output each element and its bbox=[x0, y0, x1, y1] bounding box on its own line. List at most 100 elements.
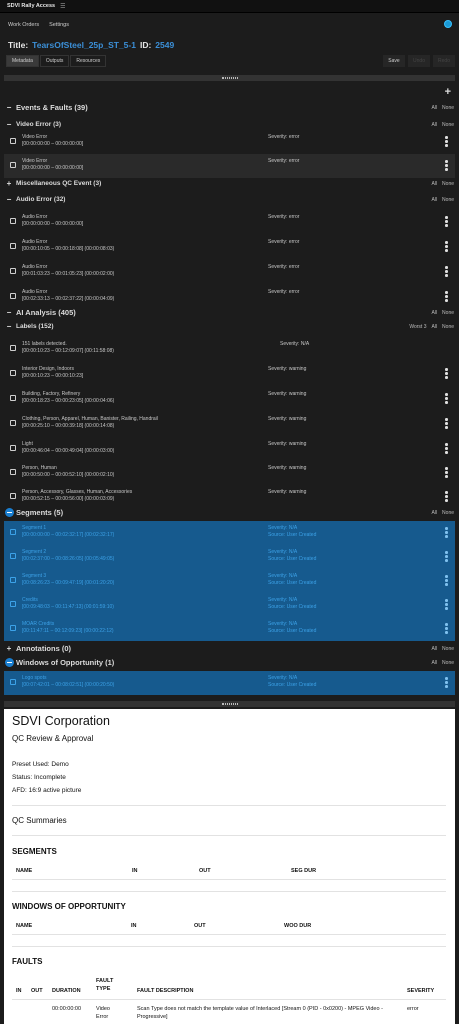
worst-link[interactable]: Worst 3 bbox=[409, 324, 426, 330]
item-checkbox[interactable] bbox=[10, 218, 16, 224]
group-annotations[interactable]: + Annotations (0) All None bbox=[0, 643, 459, 654]
select-none-link[interactable]: None bbox=[442, 105, 454, 111]
item-checkbox[interactable] bbox=[10, 625, 16, 631]
collapse-icon[interactable]: − bbox=[4, 195, 14, 204]
list-item[interactable]: Clothing, Person, Apparel, Human, Banist… bbox=[4, 412, 455, 436]
collapse-circle-icon[interactable] bbox=[5, 508, 14, 517]
expand-icon[interactable]: + bbox=[4, 644, 14, 653]
select-all-link[interactable]: All bbox=[431, 310, 437, 316]
more-options-icon[interactable] bbox=[445, 443, 448, 454]
item-checkbox[interactable] bbox=[10, 162, 16, 168]
item-checkbox[interactable] bbox=[10, 577, 16, 583]
undo-button[interactable]: Undo bbox=[408, 55, 430, 67]
collapse-icon[interactable]: − bbox=[4, 308, 14, 317]
list-item[interactable]: Audio Error [00:00:10:05 – 00:00:18:08] … bbox=[4, 235, 455, 259]
more-options-icon[interactable] bbox=[445, 418, 448, 429]
item-checkbox[interactable] bbox=[10, 395, 16, 401]
item-checkbox[interactable] bbox=[10, 370, 16, 376]
select-all-link[interactable]: All bbox=[431, 197, 437, 203]
list-item[interactable]: Person, Accessory, Glasses, Human, Acces… bbox=[4, 485, 455, 509]
woo-row[interactable]: Logo spots [00:07:42:01 – 00:08:02:51] (… bbox=[4, 671, 455, 695]
more-options-icon[interactable] bbox=[445, 160, 448, 171]
list-item[interactable]: Audio Error [00:02:33:13 – 00:02:37:22] … bbox=[4, 285, 455, 309]
more-options-icon[interactable] bbox=[445, 491, 448, 502]
resize-handle[interactable] bbox=[4, 75, 455, 81]
list-item[interactable]: Audio Error [00:00:00:00 – 00:00:00:00] … bbox=[4, 210, 455, 234]
group-ai-analysis[interactable]: − AI Analysis (405) All None bbox=[0, 307, 459, 318]
add-icon[interactable]: + bbox=[445, 86, 451, 98]
group-video-error[interactable]: − Video Error (3) All None bbox=[0, 119, 459, 130]
segment-row[interactable]: Segment 1 [00:00:00:00 – 00:02:32:17] (0… bbox=[4, 521, 455, 545]
menu-settings[interactable]: Settings bbox=[49, 22, 69, 28]
more-options-icon[interactable] bbox=[445, 393, 448, 404]
more-options-icon[interactable] bbox=[445, 368, 448, 379]
more-options-icon[interactable] bbox=[445, 677, 448, 688]
select-all-link[interactable]: All bbox=[431, 324, 437, 330]
more-options-icon[interactable] bbox=[445, 241, 448, 252]
item-checkbox[interactable] bbox=[10, 138, 16, 144]
segment-row[interactable]: Segment 2 [00:02:37:00 – 00:08:26:05] (0… bbox=[4, 545, 455, 569]
item-checkbox[interactable] bbox=[10, 493, 16, 499]
group-events-faults[interactable]: − Events & Faults (39) All None bbox=[0, 102, 459, 113]
list-item[interactable]: Video Error [00:00:00:00 – 00:00:00:00] … bbox=[4, 130, 455, 154]
select-all-link[interactable]: All bbox=[431, 510, 437, 516]
item-checkbox[interactable] bbox=[10, 529, 16, 535]
select-none-link[interactable]: None bbox=[442, 181, 454, 187]
select-none-link[interactable]: None bbox=[442, 122, 454, 128]
list-item[interactable]: Light [00:00:46:04 – 00:00:49:04] (00:00… bbox=[4, 437, 455, 461]
more-options-icon[interactable] bbox=[445, 551, 448, 562]
more-options-icon[interactable] bbox=[445, 623, 448, 634]
segment-row[interactable]: Segment 3 [00:08:26:23 – 00:09:47:19] (0… bbox=[4, 569, 455, 593]
item-checkbox[interactable] bbox=[10, 268, 16, 274]
list-item[interactable]: Person, Human [00:00:50:00 – 00:00:52:10… bbox=[4, 461, 455, 485]
redo-button[interactable]: Redo bbox=[433, 55, 455, 67]
select-none-link[interactable]: None bbox=[442, 646, 454, 652]
collapse-icon[interactable]: − bbox=[4, 322, 14, 331]
more-options-icon[interactable] bbox=[445, 575, 448, 586]
more-options-icon[interactable] bbox=[445, 467, 448, 478]
list-item[interactable]: Audio Error [00:01:03:23 – 00:01:05:23] … bbox=[4, 260, 455, 284]
item-checkbox[interactable] bbox=[10, 679, 16, 685]
more-options-icon[interactable] bbox=[445, 599, 448, 610]
item-checkbox[interactable] bbox=[10, 420, 16, 426]
more-options-icon[interactable] bbox=[445, 266, 448, 277]
group-labels[interactable]: − Labels (152) Worst 3 All None bbox=[0, 321, 459, 332]
item-checkbox[interactable] bbox=[10, 293, 16, 299]
save-button[interactable]: Save bbox=[383, 55, 405, 67]
menu-work-orders[interactable]: Work Orders bbox=[8, 22, 39, 28]
select-none-link[interactable]: None bbox=[442, 310, 454, 316]
item-checkbox[interactable] bbox=[10, 445, 16, 451]
group-segments[interactable]: Segments (5) All None bbox=[0, 507, 459, 518]
segment-row[interactable]: Credits [00:09:48:03 – 00:11:47:13] (00:… bbox=[4, 593, 455, 617]
status-indicator-icon[interactable] bbox=[444, 20, 452, 28]
expand-icon[interactable]: + bbox=[4, 179, 14, 188]
select-all-link[interactable]: All bbox=[431, 122, 437, 128]
select-none-link[interactable]: None bbox=[442, 197, 454, 203]
select-none-link[interactable]: None bbox=[442, 510, 454, 516]
select-all-link[interactable]: All bbox=[431, 105, 437, 111]
list-item[interactable]: Interior Design, Indoors [00:00:10:23 – … bbox=[4, 362, 455, 386]
list-item[interactable]: 151 labels detected. [00:00:10:23 – 00:1… bbox=[4, 337, 455, 361]
list-item[interactable]: Building, Factory, Refinery [00:00:18:23… bbox=[4, 387, 455, 411]
segment-row[interactable]: MOAR Credits [00:11:47:11 – 00:12:09:23]… bbox=[4, 617, 455, 641]
menu-lines-icon[interactable]: ☰ bbox=[60, 3, 65, 10]
tab-metadata[interactable]: Metadata bbox=[6, 55, 39, 67]
more-options-icon[interactable] bbox=[445, 216, 448, 227]
tab-outputs[interactable]: Outputs bbox=[39, 55, 70, 67]
group-windows-of-opportunity[interactable]: Windows of Opportunity (1) All None bbox=[0, 657, 459, 668]
select-all-link[interactable]: All bbox=[431, 660, 437, 666]
select-all-link[interactable]: All bbox=[431, 181, 437, 187]
collapse-icon[interactable]: − bbox=[4, 103, 14, 112]
group-misc-qc[interactable]: + Miscellaneous QC Event (3) All None bbox=[0, 178, 459, 189]
item-checkbox[interactable] bbox=[10, 553, 16, 559]
select-none-link[interactable]: None bbox=[442, 660, 454, 666]
more-options-icon[interactable] bbox=[445, 291, 448, 302]
select-none-link[interactable]: None bbox=[442, 324, 454, 330]
more-options-icon[interactable] bbox=[445, 136, 448, 147]
item-checkbox[interactable] bbox=[10, 601, 16, 607]
list-item[interactable]: Video Error [00:00:00:00 – 00:00:00:00] … bbox=[4, 154, 455, 178]
item-checkbox[interactable] bbox=[10, 243, 16, 249]
select-all-link[interactable]: All bbox=[431, 646, 437, 652]
collapse-circle-icon[interactable] bbox=[5, 658, 14, 667]
collapse-icon[interactable]: − bbox=[4, 120, 14, 129]
